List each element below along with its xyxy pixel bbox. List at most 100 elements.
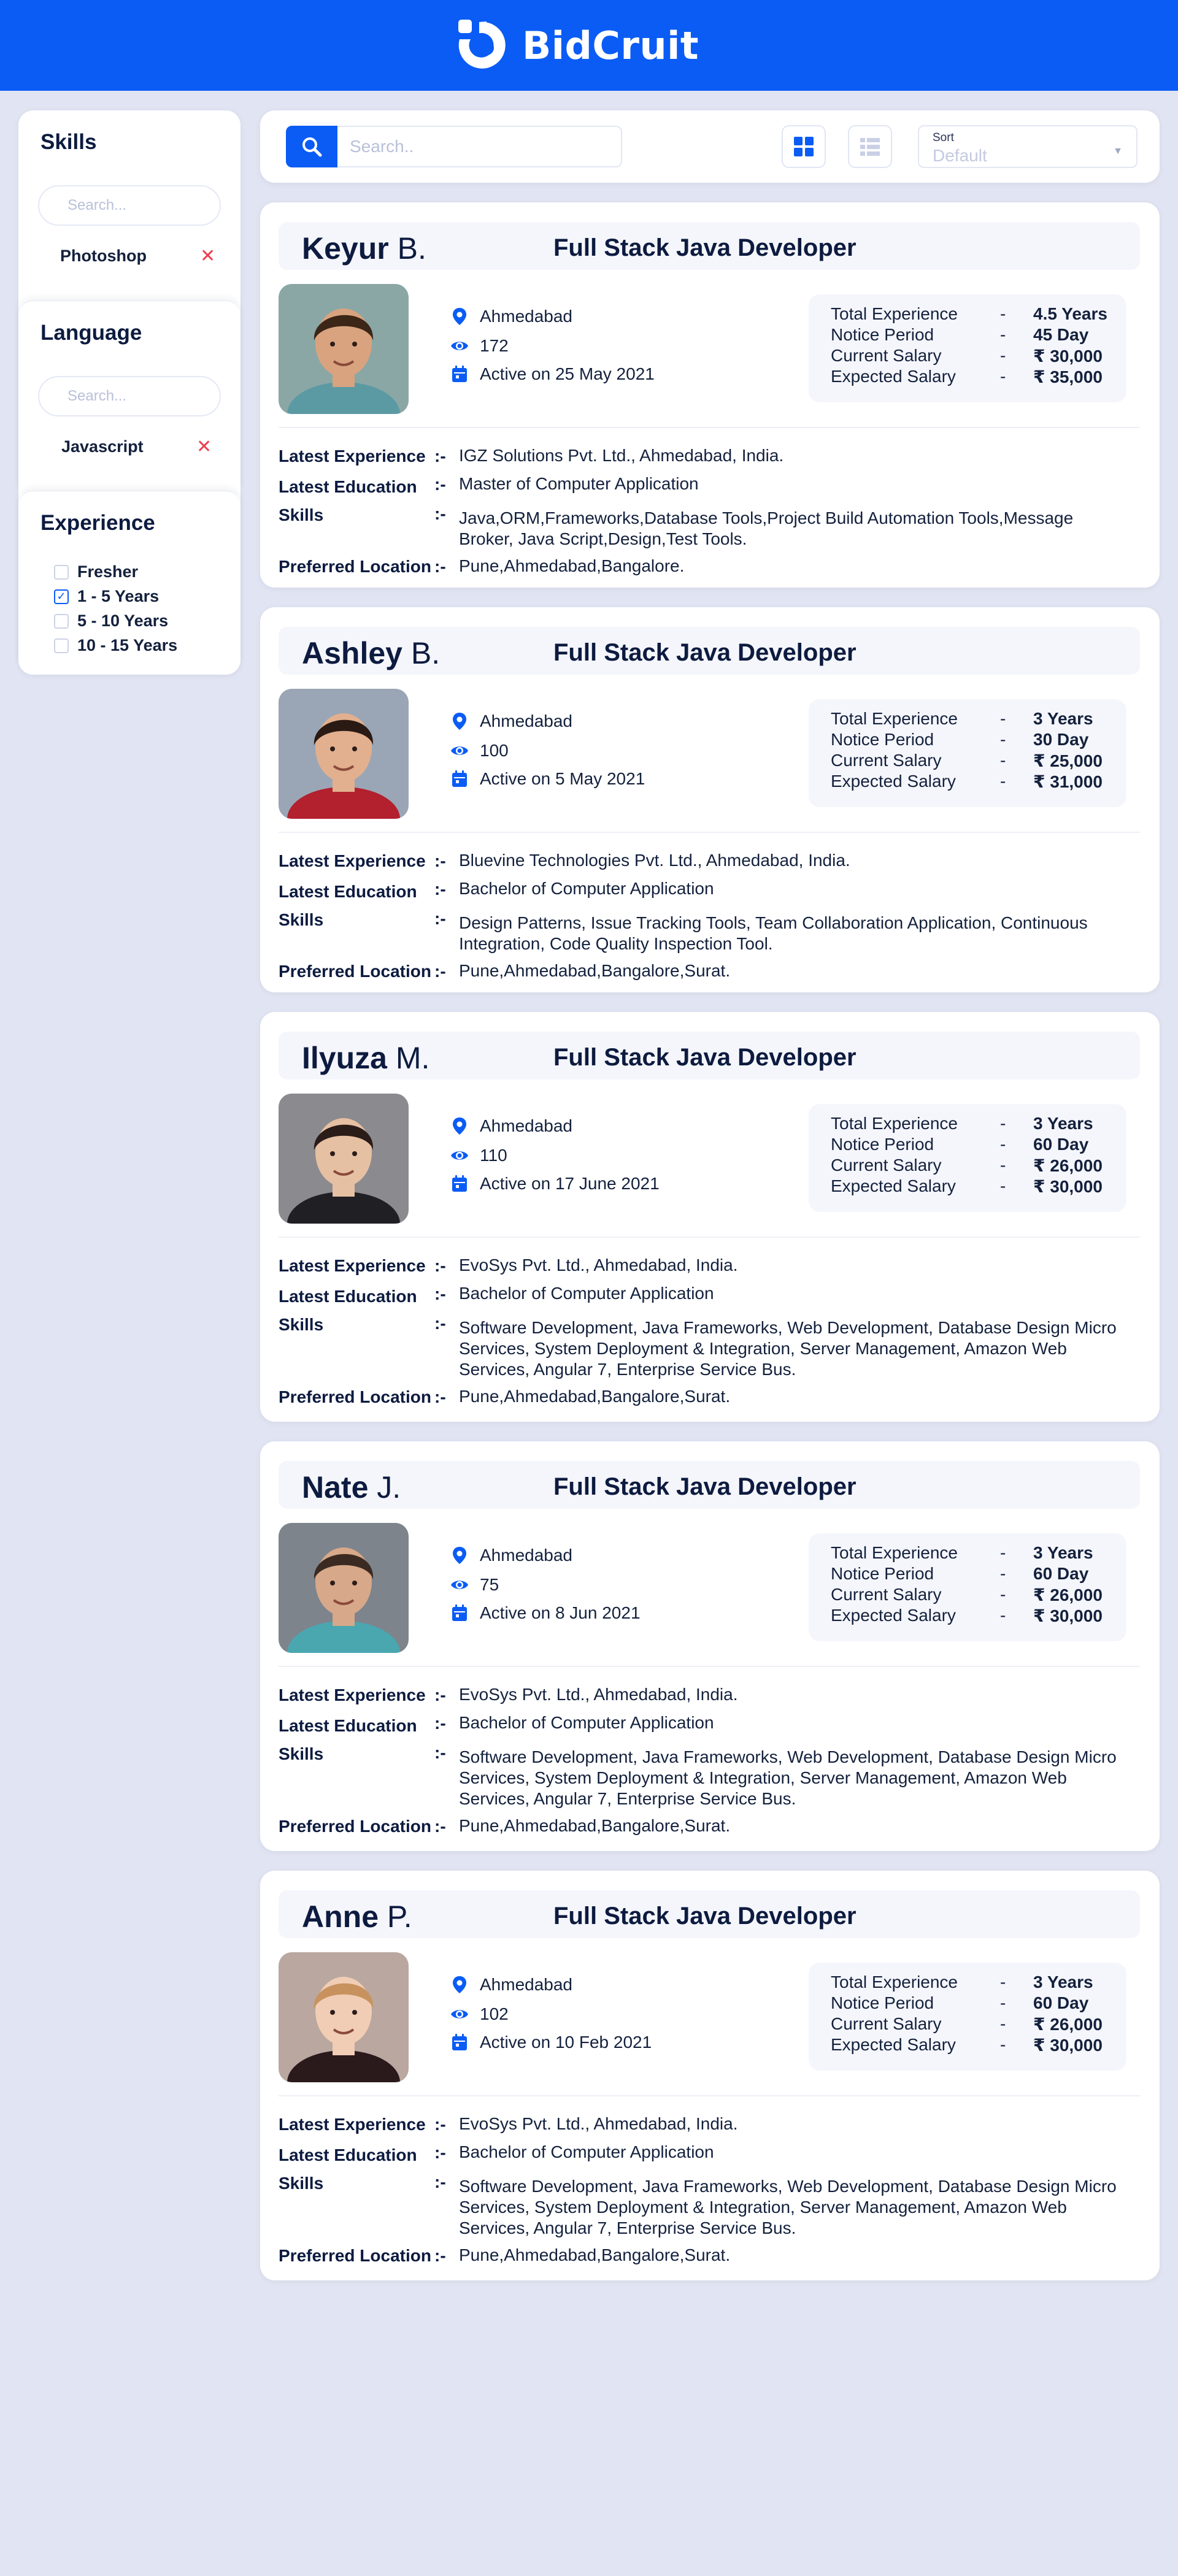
search-button[interactable] xyxy=(286,126,337,167)
experience-option-5-10-years[interactable]: 5 - 10 Years xyxy=(54,611,168,631)
search-input[interactable] xyxy=(337,126,622,167)
checkbox[interactable] xyxy=(54,638,69,653)
latest-experience-label: Latest Experience xyxy=(279,2115,426,2134)
checkbox[interactable] xyxy=(54,613,69,629)
separator: :- xyxy=(434,851,446,870)
candidate-stats: Total Experience - 3 Years Notice Period… xyxy=(809,1104,1126,1212)
separator: :- xyxy=(434,1284,446,1303)
preferred-location-value: Pune,Ahmedabad,Bangalore,Surat. xyxy=(459,1816,731,1835)
latest-education-label: Latest Education xyxy=(279,1287,417,1306)
separator: :- xyxy=(434,1743,446,1762)
candidate-stats: Total Experience - 4.5 Years Notice Peri… xyxy=(809,294,1126,402)
latest-experience-value: EvoSys Pvt. Ltd., Ahmedabad, India. xyxy=(459,1685,738,1704)
candidate-name[interactable]: Nate J. xyxy=(302,1470,401,1505)
avatar[interactable] xyxy=(279,1094,409,1224)
grid-view-button[interactable] xyxy=(782,125,826,168)
calendar-icon xyxy=(450,1604,469,1622)
brand-name: BidCruit xyxy=(522,23,699,68)
candidate-header: Keyur B. Full Stack Java Developer xyxy=(279,222,1140,270)
experience-filter-title: Experience xyxy=(40,511,155,535)
sort-label: Sort xyxy=(933,131,954,144)
eye-icon xyxy=(450,1576,469,1594)
calendar-icon xyxy=(450,2033,469,2052)
list-view-button[interactable] xyxy=(848,125,892,168)
separator: :- xyxy=(434,880,446,899)
latest-education-label: Latest Education xyxy=(279,882,417,901)
candidate-location: Ahmedabad xyxy=(450,1116,572,1136)
candidate-last-initial: P. xyxy=(387,1899,412,1934)
separator: :- xyxy=(434,2246,446,2265)
experience-option-fresher[interactable]: Fresher xyxy=(54,562,138,581)
eye-icon xyxy=(450,1146,469,1165)
candidate-name[interactable]: Ashley B. xyxy=(302,635,440,671)
candidate-card[interactable]: Ilyuza M. Full Stack Java Developer Ahme… xyxy=(260,1012,1160,1422)
checkbox-checked[interactable]: ✓ xyxy=(54,589,69,604)
candidate-card[interactable]: Nate J. Full Stack Java Developer Ahmeda… xyxy=(260,1441,1160,1851)
divider xyxy=(279,2095,1140,2096)
skills-label: Skills xyxy=(279,1315,324,1334)
candidate-card[interactable]: Keyur B. Full Stack Java Developer Ahmed… xyxy=(260,202,1160,588)
experience-option-10-15-years[interactable]: 10 - 15 Years xyxy=(54,636,177,655)
skills-value: Software Development, Java Frameworks, W… xyxy=(459,1318,1117,1379)
skills-label: Skills xyxy=(279,1744,324,1763)
candidate-name[interactable]: Ilyuza M. xyxy=(302,1040,429,1076)
separator: :- xyxy=(434,475,446,494)
candidate-stats: Total Experience - 3 Years Notice Period… xyxy=(809,1533,1126,1641)
grid-view-icon xyxy=(794,137,814,156)
calendar-icon xyxy=(450,1175,469,1193)
search-icon xyxy=(302,137,322,157)
location-pin-icon xyxy=(450,307,469,326)
results-toolbar: Sort Default ▼ xyxy=(260,110,1160,183)
preferred-location-label: Preferred Location xyxy=(279,557,431,576)
skills-value: Software Development, Java Frameworks, W… xyxy=(459,1747,1117,1808)
separator: :- xyxy=(434,1314,446,1333)
avatar[interactable] xyxy=(279,1523,409,1653)
separator: :- xyxy=(434,1714,446,1733)
candidate-active-date: Active on 5 May 2021 xyxy=(450,769,645,789)
checkbox[interactable] xyxy=(54,564,69,580)
avatar[interactable] xyxy=(279,1952,409,2082)
language-search-input[interactable] xyxy=(38,376,221,416)
latest-education-value: Bachelor of Computer Application xyxy=(459,1284,714,1303)
latest-education-value: Bachelor of Computer Application xyxy=(459,879,714,898)
location-pin-icon xyxy=(450,1546,469,1565)
list-view-icon xyxy=(860,138,880,156)
latest-experience-label: Latest Experience xyxy=(279,447,426,466)
separator: :- xyxy=(434,1685,446,1704)
skills-label: Skills xyxy=(279,2174,324,2193)
close-icon[interactable]: ✕ xyxy=(196,436,212,458)
candidate-name[interactable]: Anne P. xyxy=(302,1899,412,1934)
candidate-views: 172 xyxy=(450,336,509,356)
skills-search-input[interactable] xyxy=(38,185,221,226)
preferred-location-value: Pune,Ahmedabad,Bangalore,Surat. xyxy=(459,1387,731,1406)
avatar[interactable] xyxy=(279,689,409,819)
candidate-card[interactable]: Anne P. Full Stack Java Developer Ahmeda… xyxy=(260,1871,1160,2280)
candidate-name[interactable]: Keyur B. xyxy=(302,231,426,266)
candidate-first-name: Anne xyxy=(302,1899,379,1934)
top-bar: BidCruit xyxy=(0,0,1178,91)
candidate-location: Ahmedabad xyxy=(450,711,572,731)
candidate-active-date: Active on 10 Feb 2021 xyxy=(450,2033,652,2052)
candidate-active-date: Active on 17 June 2021 xyxy=(450,1174,660,1194)
candidate-first-name: Keyur xyxy=(302,231,389,266)
latest-education-label: Latest Education xyxy=(279,477,417,496)
latest-education-value: Master of Computer Application xyxy=(459,474,699,493)
calendar-icon xyxy=(450,365,469,383)
candidate-header: Anne P. Full Stack Java Developer xyxy=(279,1890,1140,1938)
preferred-location-value: Pune,Ahmedabad,Bangalore,Surat. xyxy=(459,2245,731,2264)
candidate-last-initial: B. xyxy=(410,636,441,670)
candidate-location: Ahmedabad xyxy=(450,1975,572,1995)
sort-dropdown[interactable]: Sort Default ▼ xyxy=(918,125,1138,168)
candidate-views: 75 xyxy=(450,1575,499,1595)
close-icon[interactable]: ✕ xyxy=(200,245,215,267)
avatar[interactable] xyxy=(279,284,409,414)
skills-label: Skills xyxy=(279,910,324,929)
candidate-card[interactable]: Ashley B. Full Stack Java Developer Ahme… xyxy=(260,607,1160,992)
candidate-job-title: Full Stack Java Developer xyxy=(553,1044,857,1071)
brand-logo[interactable]: BidCruit xyxy=(455,16,699,75)
calendar-icon xyxy=(450,770,469,788)
experience-option-1-5-years[interactable]: ✓ 1 - 5 Years xyxy=(54,587,159,606)
experience-filter: Experience Fresher ✓ 1 - 5 Years 5 - 10 … xyxy=(18,491,241,675)
latest-education-label: Latest Education xyxy=(279,2145,417,2164)
latest-experience-label: Latest Experience xyxy=(279,1685,426,1704)
